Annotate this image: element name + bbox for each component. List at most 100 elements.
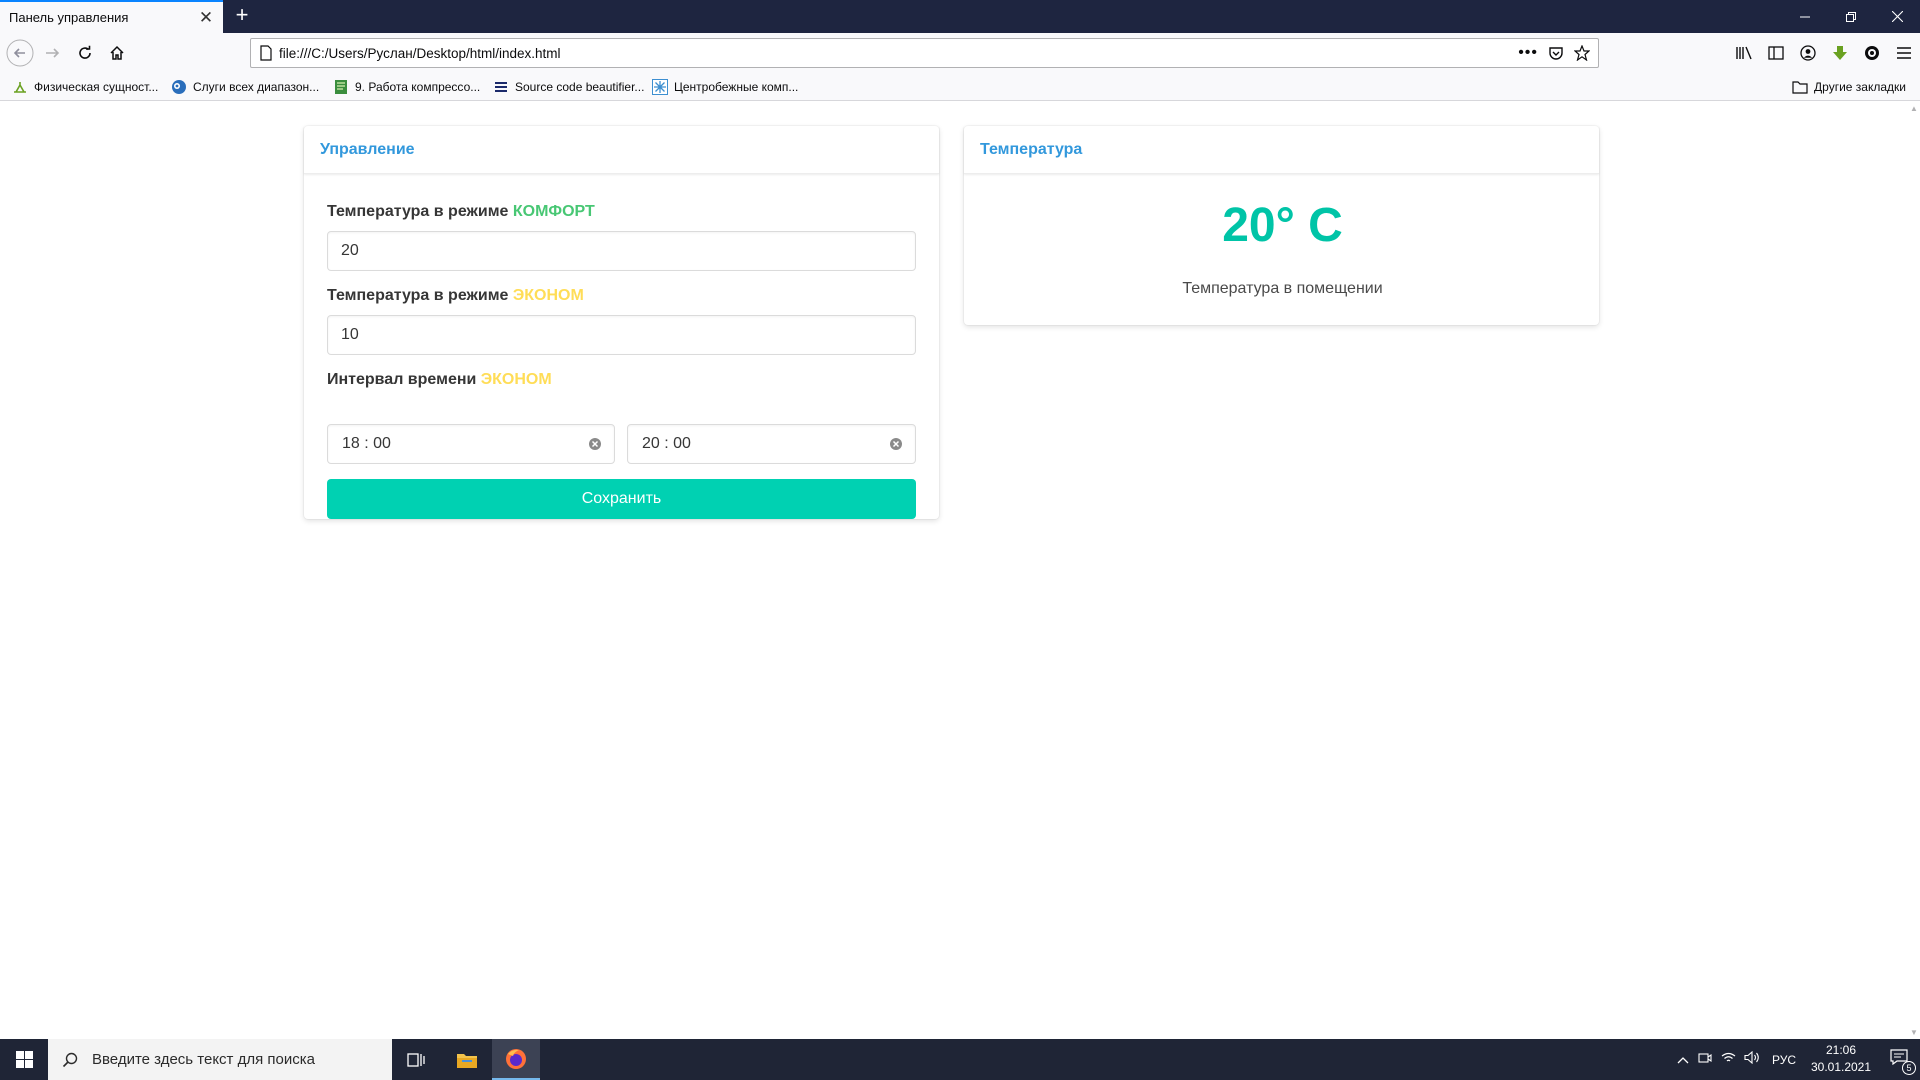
page-content: Управление Температура в режиме КОМФОРТ … bbox=[0, 102, 1907, 1039]
list-icon bbox=[493, 79, 509, 95]
sidebar-icon[interactable] bbox=[1760, 39, 1792, 67]
green-leaf-icon bbox=[12, 79, 28, 95]
forward-arrow-icon bbox=[46, 48, 60, 58]
browser-tab[interactable]: Панель управления ✕ bbox=[0, 0, 223, 33]
econom-temp-value: 10 bbox=[341, 326, 359, 343]
interval-label-text: Интервал времени bbox=[327, 371, 481, 388]
econom-temp-input[interactable]: 10 bbox=[327, 315, 916, 355]
bookmark-label: Слуги всех диапазон... bbox=[193, 80, 320, 94]
folder-icon bbox=[1792, 79, 1808, 95]
home-button[interactable] bbox=[103, 39, 131, 67]
clock-date: 30.01.2021 bbox=[1810, 1060, 1872, 1074]
firefox-icon bbox=[506, 1048, 526, 1069]
task-view-icon bbox=[407, 1052, 425, 1067]
minimize-button[interactable] bbox=[1782, 0, 1828, 33]
green-doc-icon bbox=[333, 79, 349, 95]
bookmark-item[interactable]: Слуги всех диапазон... bbox=[171, 78, 319, 96]
minimize-icon bbox=[1800, 16, 1810, 17]
language-indicator[interactable]: РУС bbox=[1764, 1053, 1804, 1067]
bookmark-item[interactable]: Source code beautifier... bbox=[493, 78, 644, 96]
time-to-input[interactable]: 20 : 00 bbox=[627, 424, 916, 464]
other-bookmarks[interactable]: Другие закладки bbox=[1792, 78, 1906, 96]
search-placeholder: Введите здесь текст для поиска bbox=[92, 1051, 315, 1068]
task-view-button[interactable] bbox=[392, 1039, 440, 1080]
clear-time-from-icon[interactable] bbox=[588, 437, 602, 451]
taskbar-search[interactable]: Введите здесь текст для поиска bbox=[48, 1039, 392, 1080]
back-button[interactable] bbox=[6, 39, 34, 67]
scroll-down-icon[interactable]: ▼ bbox=[1910, 1028, 1918, 1037]
volume-icon[interactable] bbox=[1740, 1050, 1764, 1069]
tab-title: Панель управления bbox=[9, 10, 129, 25]
time-from-input[interactable]: 18 : 00 bbox=[327, 424, 615, 464]
close-tab-icon[interactable]: ✕ bbox=[196, 8, 216, 28]
vertical-scrollbar[interactable]: ▲ ▼ bbox=[1907, 102, 1920, 1039]
bookmark-item[interactable]: Центробежные комп... bbox=[652, 78, 798, 96]
temperature-card-title: Температура bbox=[980, 140, 1083, 158]
clock[interactable]: 21:06 30.01.2021 bbox=[1810, 1042, 1872, 1076]
close-window-button[interactable] bbox=[1874, 0, 1920, 33]
account-icon[interactable] bbox=[1792, 39, 1824, 67]
comfort-temp-label: Температура в режиме КОМФОРТ bbox=[327, 203, 595, 221]
time-to-value: 20 : 00 bbox=[642, 435, 691, 452]
nav-toolbar: file:///C:/Users/Руслан/Desktop/html/ind… bbox=[0, 33, 1920, 73]
econom-temp-label: Температура в режиме ЭКОНОМ bbox=[327, 287, 584, 305]
bookmark-label: 9. Работа компрессо... bbox=[355, 80, 481, 94]
menu-icon[interactable] bbox=[1888, 39, 1920, 67]
notification-badge: 5 bbox=[1902, 1061, 1916, 1075]
forward-button[interactable] bbox=[38, 39, 66, 67]
taskbar: Введите здесь текст для поиска РУС 21:06… bbox=[0, 1039, 1920, 1080]
page-actions-icon[interactable]: ••• bbox=[1518, 44, 1538, 62]
system-tray: РУС bbox=[1672, 1039, 1804, 1080]
tab-strip: Панель управления ✕ + bbox=[0, 0, 1920, 33]
search-icon bbox=[62, 1052, 78, 1067]
save-button[interactable]: Сохранить bbox=[327, 479, 916, 519]
show-hidden-icons-icon[interactable] bbox=[1672, 1051, 1694, 1069]
bookmarks-toolbar: Физическая сущност... Слуги всех диапазо… bbox=[0, 73, 1920, 101]
meet-now-icon[interactable] bbox=[1694, 1051, 1716, 1069]
reload-icon bbox=[79, 45, 91, 59]
interval-mode-text: ЭКОНОМ bbox=[480, 371, 552, 388]
temperature-value: 20° C bbox=[1222, 199, 1343, 252]
folder-icon bbox=[457, 1053, 477, 1068]
wifi-icon[interactable] bbox=[1716, 1051, 1740, 1069]
other-bookmarks-label: Другие закладки bbox=[1814, 80, 1906, 94]
clear-time-to-icon[interactable] bbox=[889, 437, 903, 451]
temperature-card: Температура 20° C Температура в помещени… bbox=[964, 126, 1599, 325]
comfort-temp-input[interactable]: 20 bbox=[327, 231, 916, 271]
page-icon bbox=[260, 45, 272, 61]
file-explorer-button[interactable] bbox=[443, 1039, 491, 1080]
temperature-caption: Температура в помещении bbox=[1182, 280, 1383, 297]
scroll-up-icon[interactable]: ▲ bbox=[1910, 104, 1918, 113]
url-text: file:///C:/Users/Руслан/Desktop/html/ind… bbox=[279, 45, 561, 61]
card-header: Управление bbox=[304, 126, 939, 174]
restore-button[interactable] bbox=[1828, 0, 1874, 33]
bookmark-label: Центробежные комп... bbox=[674, 80, 799, 94]
home-icon bbox=[110, 45, 124, 60]
new-tab-button[interactable]: + bbox=[230, 4, 254, 28]
bookmark-label: Source code beautifier... bbox=[515, 80, 645, 94]
bookmark-star-icon[interactable] bbox=[1574, 45, 1590, 61]
bookmark-label: Физическая сущност... bbox=[34, 80, 159, 94]
bookmark-item[interactable]: 9. Работа компрессо... bbox=[333, 78, 480, 96]
extension-icon[interactable] bbox=[1856, 39, 1888, 67]
comfort-label-text: Температура в режиме bbox=[327, 203, 513, 220]
firefox-taskbar-button[interactable] bbox=[492, 1039, 540, 1080]
back-arrow-icon bbox=[6, 39, 34, 67]
action-center-button[interactable]: 5 bbox=[1890, 1049, 1916, 1075]
snowflake-icon bbox=[652, 79, 668, 95]
interval-label: Интервал времени ЭКОНОМ bbox=[327, 371, 552, 389]
econom-label-text: Температура в режиме bbox=[327, 287, 513, 304]
pocket-icon[interactable] bbox=[1548, 45, 1564, 61]
time-from-value: 18 : 00 bbox=[342, 435, 391, 452]
reload-button[interactable] bbox=[71, 39, 99, 67]
card-header: Температура bbox=[964, 126, 1599, 174]
download-extension-icon[interactable] bbox=[1824, 39, 1856, 67]
control-card: Управление Температура в режиме КОМФОРТ … bbox=[304, 126, 939, 519]
clock-time: 21:06 bbox=[1825, 1043, 1857, 1057]
url-bar[interactable]: file:///C:/Users/Руслан/Desktop/html/ind… bbox=[250, 38, 1599, 68]
comfort-mode-text: КОМФОРТ bbox=[512, 203, 595, 220]
library-icon[interactable] bbox=[1728, 39, 1760, 67]
bookmark-item[interactable]: Физическая сущност... bbox=[12, 78, 158, 96]
restore-icon bbox=[1846, 11, 1856, 22]
start-button[interactable] bbox=[0, 1039, 48, 1080]
